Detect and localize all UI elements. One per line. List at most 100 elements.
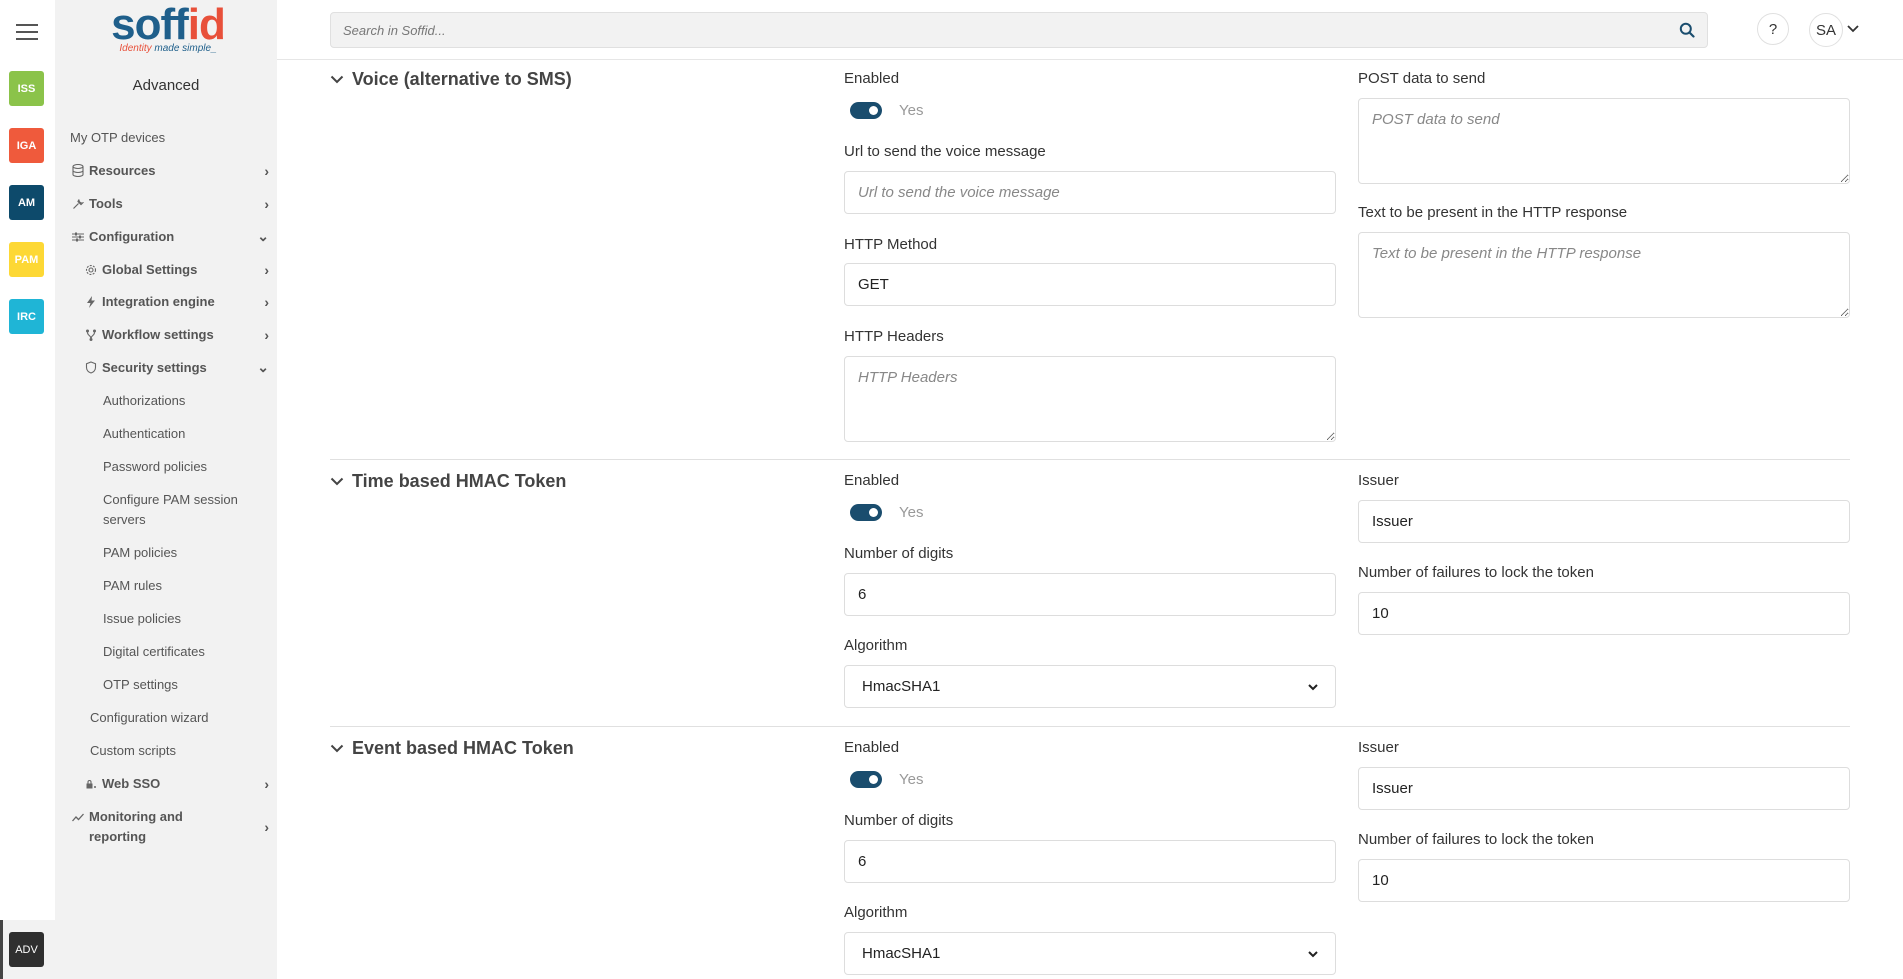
chevron-right-icon: › <box>264 162 269 179</box>
user-avatar[interactable]: SA <box>1809 13 1843 47</box>
app-rail: ISS IGA AM PAM IRC ADV <box>0 0 55 979</box>
sidebar-item-tools[interactable]: Tools › <box>71 195 277 212</box>
sidebar-item-configuration-wizard[interactable]: Configuration wizard <box>90 710 277 725</box>
time-hmac-issuer-input[interactable]: Issuer <box>1358 500 1850 543</box>
sidebar-item-otp-settings[interactable]: OTP settings <box>103 677 277 692</box>
event-hmac-algorithm-select[interactable]: HmacSHA1 <box>844 932 1336 975</box>
sidebar-item-pam-rules[interactable]: PAM rules <box>103 578 277 593</box>
event-hmac-failures-label: Number of failures to lock the token <box>1358 831 1594 848</box>
chevron-down-icon <box>330 740 352 757</box>
voice-enabled-label: Enabled <box>844 70 900 87</box>
sidebar-item-workflow-settings[interactable]: Workflow settings › <box>84 326 277 343</box>
voice-enabled-toggle[interactable] <box>850 102 882 119</box>
time-hmac-enabled-label: Enabled <box>844 472 900 489</box>
sidebar-item-authentication[interactable]: Authentication <box>103 426 277 441</box>
http-headers-label: HTTP Headers <box>844 328 944 345</box>
voice-url-input[interactable] <box>844 171 1336 214</box>
sidebar-item-web-sso[interactable]: Web SSO › <box>84 775 277 792</box>
chevron-right-icon: › <box>264 326 269 343</box>
chevron-down-icon <box>330 71 352 88</box>
sidebar-item-resources[interactable]: Resources › <box>71 162 277 179</box>
app-tile-iss[interactable]: ISS <box>9 71 44 106</box>
search-icon[interactable] <box>1679 22 1695 38</box>
chevron-right-icon: › <box>264 819 269 835</box>
app-tile-adv[interactable]: ADV <box>9 932 44 967</box>
voice-section-header[interactable]: Voice (alternative to SMS) <box>330 69 572 90</box>
http-response-text-label: Text to be present in the HTTP response <box>1358 204 1628 221</box>
chevron-down-icon <box>1308 680 1318 694</box>
time-hmac-algorithm-select[interactable]: HmacSHA1 <box>844 665 1336 708</box>
event-hmac-section-header[interactable]: Event based HMAC Token <box>330 738 574 759</box>
time-hmac-enabled-toggle[interactable] <box>850 504 882 521</box>
lock-icon <box>84 777 98 791</box>
time-hmac-enabled-value: Yes <box>899 504 924 521</box>
event-hmac-issuer-label: Issuer <box>1358 739 1399 756</box>
gear-icon <box>84 263 98 277</box>
time-hmac-issuer-label: Issuer <box>1358 472 1399 489</box>
http-headers-textarea[interactable] <box>844 356 1336 442</box>
event-hmac-enabled-value: Yes <box>899 771 924 788</box>
chevron-down-icon <box>330 473 352 490</box>
chevron-right-icon: › <box>264 195 269 212</box>
time-hmac-failures-input[interactable]: 10 <box>1358 592 1850 635</box>
bolt-icon <box>84 295 98 309</box>
voice-enabled-value: Yes <box>899 102 924 119</box>
app-tile-irc[interactable]: IRC <box>9 299 44 334</box>
header-divider <box>277 59 1903 60</box>
chevron-down-icon <box>1308 947 1318 961</box>
post-data-label: POST data to send <box>1358 70 1486 87</box>
sidebar: soffid Identity made simple_ Advanced My… <box>55 0 277 979</box>
chevron-right-icon: › <box>264 775 269 792</box>
chevron-right-icon: › <box>264 261 269 278</box>
section-divider <box>330 726 1850 727</box>
chevron-down-icon: ⌄ <box>257 359 269 375</box>
app-tile-iga[interactable]: IGA <box>9 128 44 163</box>
sidebar-item-configure-pam-session-servers[interactable]: Configure PAM session servers <box>103 490 243 530</box>
app-tile-am[interactable]: AM <box>9 185 44 220</box>
chart-line-icon <box>71 810 85 824</box>
event-hmac-digits-input[interactable]: 6 <box>844 840 1336 883</box>
sidebar-item-integration-engine[interactable]: Integration engine › <box>84 293 277 310</box>
time-hmac-failures-label: Number of failures to lock the token <box>1358 564 1594 581</box>
active-app-indicator: ADV <box>0 920 55 979</box>
post-data-textarea[interactable] <box>1358 98 1850 184</box>
shield-icon <box>84 361 98 375</box>
sidebar-item-digital-certificates[interactable]: Digital certificates <box>103 644 277 659</box>
event-hmac-digits-label: Number of digits <box>844 812 954 829</box>
sidebar-item-my-otp-devices[interactable]: My OTP devices <box>70 130 277 145</box>
sidebar-item-global-settings[interactable]: Global Settings › <box>84 261 277 278</box>
sidebar-title: Advanced <box>132 77 200 94</box>
sidebar-item-issue-policies[interactable]: Issue policies <box>103 611 277 626</box>
sidebar-item-authorizations[interactable]: Authorizations <box>103 393 277 408</box>
search-input[interactable] <box>331 13 1651 47</box>
event-hmac-enabled-toggle[interactable] <box>850 771 882 788</box>
help-button[interactable]: ? <box>1757 13 1789 45</box>
sidebar-item-custom-scripts[interactable]: Custom scripts <box>90 743 277 758</box>
time-hmac-section-header[interactable]: Time based HMAC Token <box>330 471 566 492</box>
sliders-icon <box>71 230 85 244</box>
sidebar-item-configuration[interactable]: Configuration ⌄ <box>71 228 277 244</box>
chevron-right-icon: › <box>264 293 269 310</box>
sidebar-item-security-settings[interactable]: Security settings ⌄ <box>84 359 277 375</box>
http-method-input[interactable]: GET <box>844 263 1336 306</box>
section-divider <box>330 459 1850 460</box>
time-hmac-digits-input[interactable]: 6 <box>844 573 1336 616</box>
sidebar-item-pam-policies[interactable]: PAM policies <box>103 545 277 560</box>
database-icon <box>71 164 85 178</box>
global-search <box>330 12 1708 48</box>
http-response-text-textarea[interactable] <box>1358 232 1850 318</box>
chevron-down-icon[interactable] <box>1847 20 1859 36</box>
app-tile-pam[interactable]: PAM <box>9 242 44 277</box>
chevron-down-icon: ⌄ <box>257 228 269 244</box>
event-hmac-issuer-input[interactable]: Issuer <box>1358 767 1850 810</box>
soffid-logo[interactable]: soffid Identity made simple_ <box>103 3 233 60</box>
hamburger-menu-icon[interactable] <box>16 24 38 40</box>
wrench-icon <box>71 197 85 211</box>
event-hmac-failures-input[interactable]: 10 <box>1358 859 1850 902</box>
http-method-label: HTTP Method <box>844 236 938 253</box>
event-hmac-algorithm-label: Algorithm <box>844 904 908 921</box>
sidebar-item-password-policies[interactable]: Password policies <box>103 459 277 474</box>
voice-url-label: Url to send the voice message <box>844 143 1046 160</box>
sidebar-item-monitoring-and-reporting[interactable]: Monitoring and reporting › <box>71 807 277 847</box>
fork-icon <box>84 328 98 342</box>
